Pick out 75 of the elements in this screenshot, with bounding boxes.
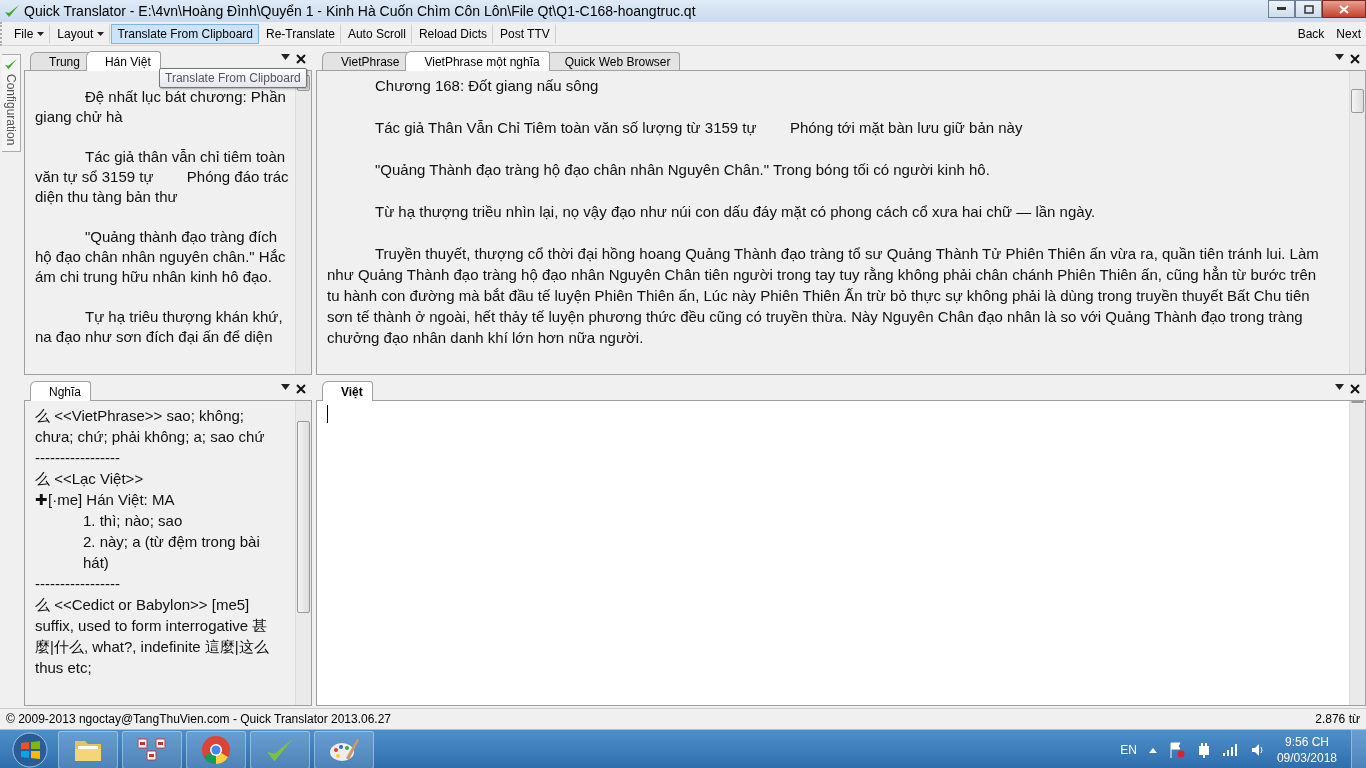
dropdown-icon[interactable] [281,384,290,390]
toolbar-button[interactable]: Translate From Clipboard [111,23,259,44]
up-arrow-icon[interactable] [1148,747,1157,753]
pane-tab[interactable]: Trung [30,52,90,70]
dictionary-line: 么 <<Cedict or Babylon>> [me5] suffix, used to form interrogative 甚麼|什么, what?, indefinite 這麼|这么 thus etc; [35,595,270,678]
dropdown-icon[interactable] [1335,54,1344,60]
dictionary-line: 么 <<Lạc Việt>> [35,469,145,489]
nav-button[interactable]: Next [1331,24,1366,43]
paragraph: "Quảng thành đạo tràng đích hộ đạo chân nhân nguyên chân." Hắc ám chi trung hữu nhân kinh hô đạo. [35,227,287,287]
check-icon [3,58,18,70]
dictionary-line: 2. này; a (từ đệm trong bài hát) [82,532,261,573]
taskbar-app[interactable] [314,731,374,768]
close-button[interactable] [1322,0,1366,18]
scrollbar[interactable] [1349,401,1365,705]
toolbar-button[interactable]: File [8,23,51,44]
power-plug-icon[interactable] [1196,742,1211,758]
paragraph: Tác giả thân vẫn chỉ tiêm toàn văn tự sổ 3159 tự Phóng đáo trác diện thu tàng bản thư [35,147,290,207]
word-count: 2.876 từ [1315,712,1360,726]
caret-icon [37,31,45,36]
dropdown-icon[interactable] [1335,384,1344,390]
toolbar-button[interactable]: Layout [51,23,111,44]
signal-icon[interactable] [1222,744,1239,756]
paragraph: Chương 168: Đốt giang nấu sông [374,76,600,96]
paragraph: Tác giả Thân Vẫn Chỉ Tiêm toàn văn số lượng từ 3159 tự Phóng tới mặt bàn lưu giữ bản này [374,118,1024,138]
check-icon [4,4,20,18]
minimize-icon [1277,7,1286,11]
close-icon[interactable] [296,384,306,394]
speaker-icon[interactable] [1250,743,1265,757]
pane-tab[interactable]: Hán Việt [85,51,161,71]
palette-icon [328,736,360,764]
nav-button[interactable]: Back [1292,24,1330,43]
maximize-button[interactable] [1295,0,1322,18]
toolbar-button[interactable]: Reload Dicts [412,23,493,44]
taskbar-app[interactable] [58,731,118,768]
side-tab[interactable]: Configuration [1,54,21,153]
browser-icon [201,735,231,765]
minimize-button[interactable] [1268,0,1295,18]
keyboard-keys-icon [136,737,168,763]
pane-tab[interactable]: Nghĩa [30,381,92,401]
check-icon [265,737,295,763]
close-icon[interactable] [1350,54,1360,64]
close-icon[interactable] [1350,384,1360,394]
pane-tab[interactable]: VietPhrase một nghĩa [405,51,550,71]
time-text: 9:56 CH [1284,735,1329,749]
paragraph: "Quảng Thành đạo tràng hộ đạo chân nhân Nguyên Chân." Trong bóng tối có người kinh hô. [374,160,991,180]
side-tab-label: Configuration [3,74,18,146]
caret-icon [97,31,105,36]
copyright-text: © 2009-2013 ngoctay@TangThuVien.com - Quick Translator 2013.06.27 [6,712,392,726]
dropdown-icon[interactable] [281,54,290,60]
paragraph: Tự hạ triêu thượng khán khứ, na đạo như sơn đích đại ấn để diện [35,307,284,347]
tooltip: Translate From Clipboard [159,68,307,88]
dictionary-line: ✚[·me] Hán Việt: MA [35,490,176,510]
language-indicator[interactable]: EN [1120,743,1137,757]
paragraph: Truyền thuyết, thượng cổ thời đại hồng hoang Quảng Thành đạo tràng tổ sư Quảng Thành Tử Phiên Thiên ấn vừa ra, quần tiên tránh lui. Làm như Quảng Thành đạo tràng hộ đạo nhân Nguyên Chân tiên người trong tay tuy rằng không phải chân chánh Phiên Thiên ấn, cũng hẳn từ bước trên tu hành con đường mà bắt đầu tế luyện Phiên Thiên ấn, Lúc này Phiên Thiên Ấn trừ bỏ thực sự không phải là dùng trong truyền thuyết Bất Chu tiên sơn tế thành ở ngoài, hết thảy tế luyện phương thức đều cũng có truyền thừa. Này Nguyên Chân đạo nhân là so với Quảng Thành đạo trong tràng chưởng đạo nhân danh khí lớn hơn nữa người. [327,244,1320,348]
paragraph: Đệ nhất lục bát chương: Phần giang chử hà [35,87,287,127]
flag-icon[interactable] [1168,742,1185,758]
dictionary-line: ----------------- [35,448,121,468]
scrollbar[interactable] [295,401,311,705]
dictionary-line: 么 <<VietPhrase>> sao; không; chưa; chứ; phải không; a; sao chứ [35,406,266,447]
pane-tab[interactable]: Việt [322,381,373,401]
date-text: 09/03/2018 [1276,751,1337,765]
toolbar-button[interactable]: Re-Translate [260,23,341,44]
taskbar-app[interactable] [122,731,182,768]
paragraph: Từ hạ thượng triều nhìn lại, nọ vậy đạo như núi con dấu đáy mặt có phong cách cổ xưa hai chữ — lần ngày. [374,202,1097,222]
taskbar-app[interactable] [186,731,246,768]
window-title: Quick Translator - E:\4vn\Hoàng Đình\Quyển 1 - Kinh Hà Cuốn Chìm Côn Lôn\File Qt\Q1-C168-hoangtruc.qt [24,3,697,19]
close-icon [1339,4,1349,14]
dictionary-line: ----------------- [35,574,121,594]
toolbar-button[interactable]: Post TTV [493,23,556,44]
maximize-icon [1303,4,1314,14]
dictionary-line: 1. thì; nào; sao [82,511,184,531]
close-icon[interactable] [296,54,306,64]
clock[interactable]: 9:56 CH 09/03/2018 [1276,735,1337,765]
toolbar-button[interactable]: Auto Scroll [341,23,412,44]
scrollbar[interactable] [1349,71,1365,374]
